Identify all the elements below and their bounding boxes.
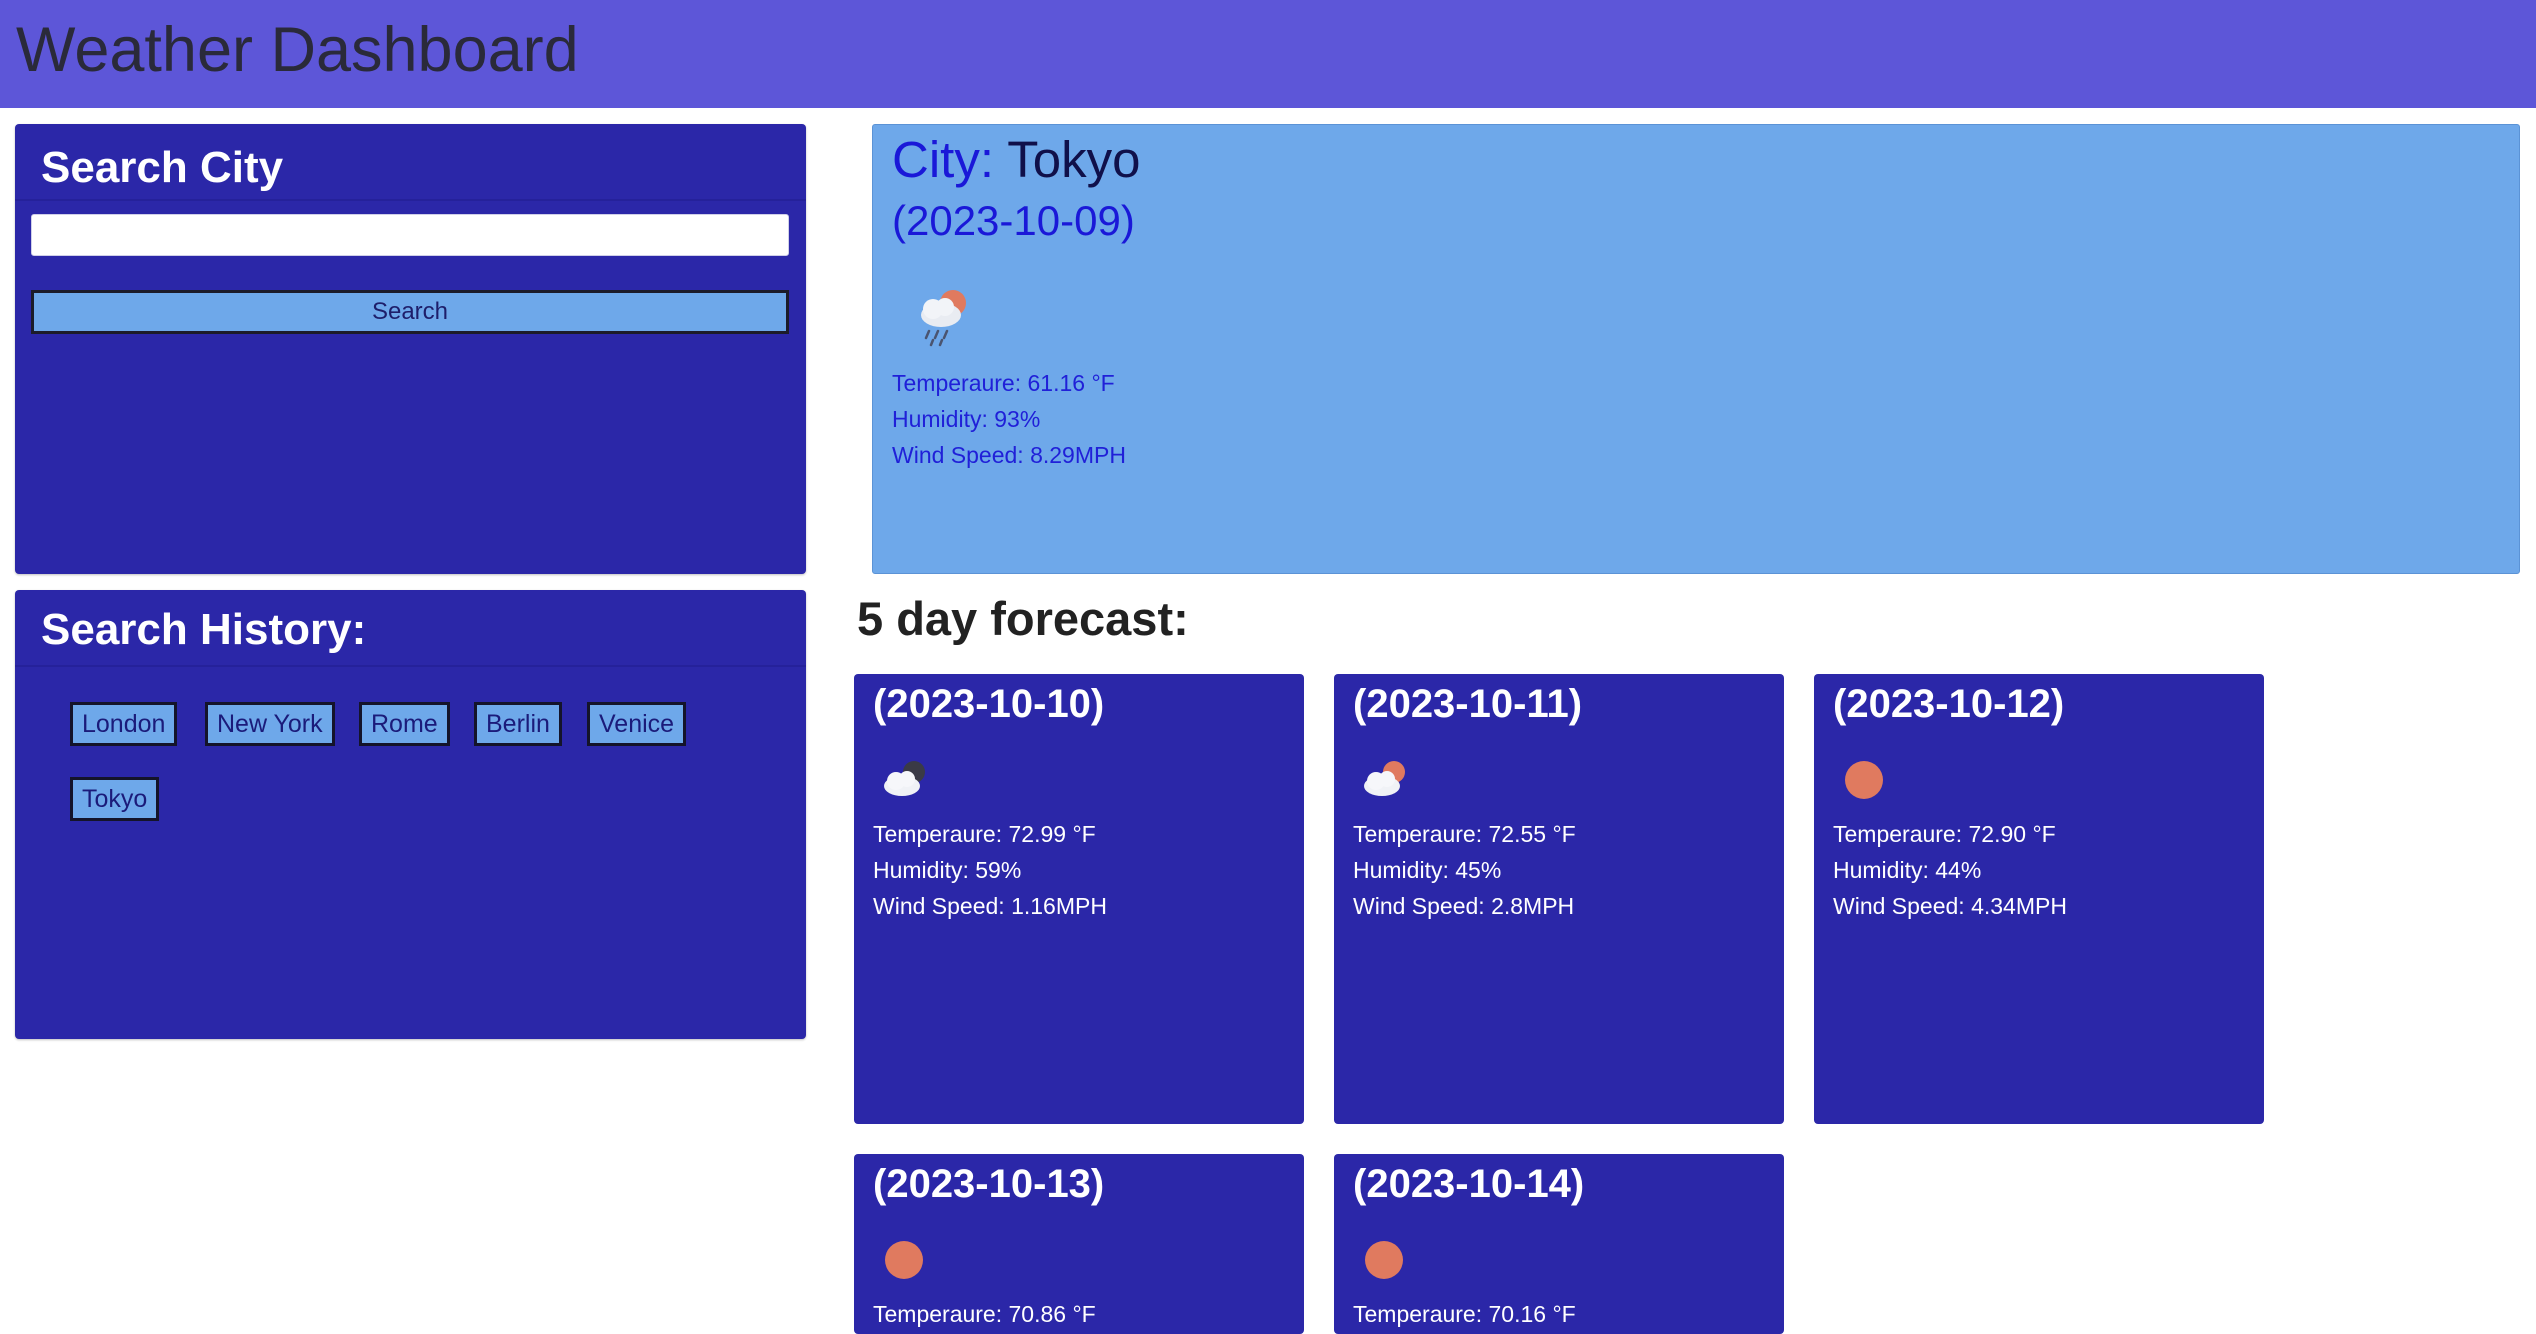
forecast-temperature: Temperaure: 70.86 °F (873, 1301, 1096, 1327)
search-history-panel: Search History: London New York Rome Ber… (15, 590, 806, 1039)
forecast-temperature: Temperaure: 72.90 °F (1833, 821, 2056, 847)
forecast-stats: Temperaure: 70.86 °F (873, 1296, 1096, 1332)
forecast-stats: Temperaure: 70.16 °F (1353, 1296, 1576, 1332)
search-history-title: Search History: (41, 605, 367, 654)
forecast-wind-speed: Wind Speed: 2.8MPH (1353, 893, 1575, 919)
cloud-sun-icon (1364, 761, 1405, 796)
forecast-temperature: Temperaure: 70.16 °F (1353, 1301, 1576, 1327)
rain-cloud-sun-icon (921, 290, 966, 347)
city-name: Tokyo (1007, 131, 1141, 188)
search-city-title: Search City (41, 143, 284, 192)
history-item-venice[interactable]: Venice (587, 702, 687, 746)
history-item-london[interactable]: London (70, 702, 178, 746)
forecast-stats: Temperaure: 72.55 °F Humidity: 45% Wind … (1353, 816, 1576, 924)
app-header: Weather Dashboard (0, 0, 2536, 108)
search-button[interactable]: Search (31, 290, 789, 334)
forecast-card: (2023-10-14) Temperaure: 70.16 °F (1334, 1154, 1784, 1334)
current-weather-panel: City: Tokyo (2023-10-09) Temperaure: 61.… (872, 124, 2520, 574)
forecast-date: (2023-10-12) (1833, 682, 2065, 726)
current-wind-speed: Wind Speed: 8.29MPH (892, 442, 1126, 468)
history-item-tokyo[interactable]: Tokyo (70, 777, 160, 821)
forecast-humidity: Humidity: 59% (873, 857, 1022, 883)
forecast-date: (2023-10-13) (873, 1162, 1105, 1206)
current-humidity: Humidity: 93% (892, 406, 1041, 432)
current-temperature: Temperaure: 61.16 °F (892, 370, 1115, 396)
forecast-stats: Temperaure: 72.99 °F Humidity: 59% Wind … (873, 816, 1107, 924)
forecast-date: (2023-10-11) (1353, 682, 1583, 726)
sun-icon (885, 1241, 923, 1279)
panel-divider (15, 199, 806, 201)
search-city-panel: Search City Search (15, 124, 806, 574)
forecast-card: (2023-10-13) Temperaure: 70.86 °F (854, 1154, 1304, 1334)
forecast-humidity: Humidity: 45% (1353, 857, 1502, 883)
current-date: (2023-10-09) (892, 197, 1135, 244)
cloud-moon-icon (884, 761, 925, 796)
forecast-card: (2023-10-10) Temperaure: 72.99 °F Humidi… (854, 674, 1304, 1124)
search-input[interactable] (31, 214, 789, 256)
panel-divider (15, 665, 806, 667)
city-heading: City: Tokyo (892, 125, 1140, 195)
current-stats: Temperaure: 61.16 °F Humidity: 93% Wind … (892, 365, 1126, 473)
forecast-temperature: Temperaure: 72.55 °F (1353, 821, 1576, 847)
sun-icon (1365, 1241, 1403, 1279)
forecast-date: (2023-10-10) (873, 682, 1105, 726)
forecast-card: (2023-10-11) Temperaure: 72.55 °F Humidi… (1334, 674, 1784, 1124)
forecast-date: (2023-10-14) (1353, 1162, 1585, 1206)
city-label: City: (892, 131, 994, 188)
forecast-temperature: Temperaure: 72.99 °F (873, 821, 1096, 847)
forecast-heading: 5 day forecast: (857, 592, 1189, 645)
history-item-rome[interactable]: Rome (359, 702, 450, 746)
forecast-humidity: Humidity: 44% (1833, 857, 1982, 883)
app-title: Weather Dashboard (16, 15, 579, 85)
history-item-berlin[interactable]: Berlin (474, 702, 562, 746)
history-item-new-york[interactable]: New York (205, 702, 335, 746)
forecast-stats: Temperaure: 72.90 °F Humidity: 44% Wind … (1833, 816, 2067, 924)
sun-icon (1845, 761, 1883, 799)
forecast-wind-speed: Wind Speed: 4.34MPH (1833, 893, 2067, 919)
forecast-wind-speed: Wind Speed: 1.16MPH (873, 893, 1107, 919)
forecast-card: (2023-10-12) Temperaure: 72.90 °F Humidi… (1814, 674, 2264, 1124)
